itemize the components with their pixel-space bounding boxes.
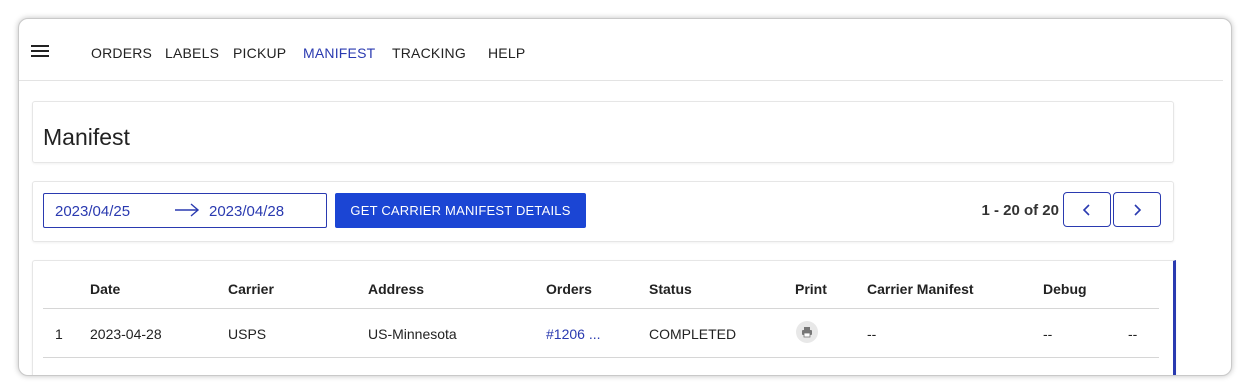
get-carrier-manifest-button[interactable]: GET CARRIER MANIFEST DETAILS (335, 193, 586, 228)
row-date: 2023-04-28 (90, 326, 162, 342)
printer-icon (802, 327, 812, 338)
next-page-button[interactable] (1113, 192, 1161, 227)
nav-help[interactable]: HELP (488, 45, 525, 61)
app-window: ORDERS LABELS PICKUP MANIFEST TRACKING H… (18, 18, 1232, 376)
row-carrier-manifest: -- (867, 326, 877, 342)
row-carrier: USPS (228, 326, 267, 342)
row-status: COMPLETED (649, 326, 737, 342)
header-carrier[interactable]: Carrier (228, 281, 274, 297)
end-date-field[interactable]: 2023/04/28 (209, 203, 284, 220)
row-orders-link[interactable]: #1206 ... (546, 326, 601, 342)
nav-tracking[interactable]: TRACKING (392, 45, 466, 61)
row-index: 1 (55, 326, 63, 342)
nav-pickup[interactable]: PICKUP (233, 45, 286, 61)
manifest-table: Date Carrier Address Orders Status Print… (32, 260, 1176, 375)
start-date-field[interactable]: 2023/04/25 (55, 203, 130, 220)
previous-page-button[interactable] (1063, 192, 1111, 227)
top-navigation-bar: ORDERS LABELS PICKUP MANIFEST TRACKING H… (19, 19, 1223, 81)
header-address[interactable]: Address (368, 281, 424, 297)
header-carrier-manifest[interactable]: Carrier Manifest (867, 281, 974, 297)
table-header: Date Carrier Address Orders Status Print… (43, 261, 1159, 309)
row-extra-cell: -- (1128, 326, 1138, 342)
title-card: Manifest (32, 101, 1174, 163)
filter-card: 2023/04/25 2023/04/28 GET CARRIER MANIFE… (32, 181, 1174, 242)
table-row[interactable]: 1 2023-04-28 USPS US-Minnesota #1206 ...… (43, 309, 1159, 358)
chevron-right-icon (1134, 204, 1142, 216)
nav-labels[interactable]: LABELS (165, 45, 219, 61)
arrow-right-icon (175, 203, 200, 217)
chevron-left-icon (1082, 204, 1090, 216)
pagination-count: 1 - 20 of 20 (981, 202, 1059, 219)
header-status[interactable]: Status (649, 281, 692, 297)
header-orders[interactable]: Orders (546, 281, 592, 297)
row-debug: -- (1043, 326, 1053, 342)
nav-orders[interactable]: ORDERS (91, 45, 152, 61)
date-range-picker[interactable]: 2023/04/25 2023/04/28 (43, 193, 327, 228)
header-debug[interactable]: Debug (1043, 281, 1087, 297)
nav-manifest[interactable]: MANIFEST (303, 45, 375, 61)
row-address: US-Minnesota (368, 326, 457, 342)
page-title: Manifest (43, 124, 130, 150)
header-print[interactable]: Print (795, 281, 827, 297)
header-date[interactable]: Date (90, 281, 120, 297)
print-button[interactable] (796, 321, 818, 343)
menu-icon[interactable] (31, 45, 49, 57)
